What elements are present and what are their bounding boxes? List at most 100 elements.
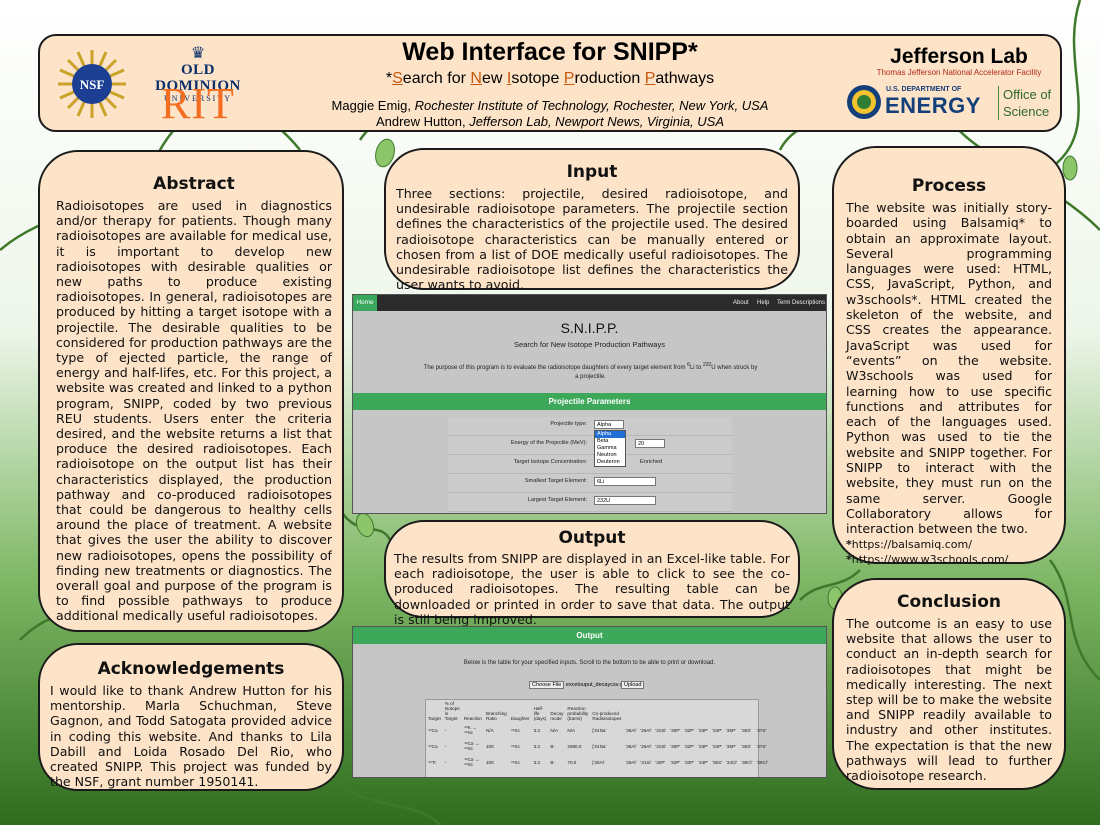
table-row[interactable]: ⁴⁶Ti - ⁴⁶Ca → ⁴⁶Sc 100 ⁴⁶Sc 3.3 B- 70.0 ['28Al' '… [426,754,770,770]
table-cell: ['28Al' [592,759,605,765]
table-cell: ⁴⁶K → ⁴⁶Sc [463,725,477,735]
largest-target-input[interactable]: 232U [594,496,656,505]
table-header-cell: Decay mode [550,711,564,721]
output-text: The results from SNIPP are displayed in … [394,551,790,627]
table-cell: ⁴⁶Ca [428,727,438,733]
input-text: Three sections: projectile, desired radi… [396,186,788,293]
acknowledgements-heading: Acknowledgements [97,659,285,679]
table-cell: '32P' [684,743,695,749]
table-cell: '28Al' [625,727,637,733]
table-cell: '38Cl' [741,759,753,765]
table-cell: '28Al' [625,743,637,749]
table-row[interactable]: ⁴⁶Ca - ⁴⁶K → ⁴⁶Sc N/A ⁴⁶Sc 3.3 N/A N/A ['24Na' '2… [426,722,770,738]
table-header-cell: Reaction probability (barns) [567,706,589,721]
table-cell: 2680.0 [567,743,582,749]
abstract-panel: Abstract Radioisotopes are used in diagn… [38,150,344,632]
table-header-cell: % of Isotope in Target [444,701,460,721]
nav-home[interactable]: Home [353,295,377,311]
doe-logo: U.S. DEPARTMENT OF ENERGY Office of Scien… [846,84,1058,124]
table-cell: ⁴⁶Ca → ⁴⁶Sc [463,741,480,751]
conclusion-panel: Conclusion The outcome is an easy to use… [832,578,1066,790]
table-header-cell: Half-life (days) [533,706,547,721]
table-cell: 100 [486,743,494,749]
table-cell: '35P' [726,727,736,733]
acknowledgements-panel: Acknowledgements I would like to thank A… [38,643,344,791]
output-section-header: Output [353,627,826,644]
table-cell: '35S' [741,743,752,749]
table-cell: '34P' [712,727,723,733]
energy-select[interactable]: 20 [635,439,665,448]
table-row[interactable]: ⁴⁶Ca - ⁴⁶Ca → ⁴⁶Sc 100 ⁴⁶Sc 3.3 B- 2680.0 ['24Na… [426,738,770,754]
nav-help[interactable]: Help [757,295,769,311]
table-cell: 3.3 [533,759,540,765]
table-cell: '29Al' [625,759,637,765]
site-title: S.N.I.P.P. [560,320,619,336]
process-panel: Process The website was initially story-… [832,146,1066,566]
doe-seal-icon [847,85,881,119]
table-cell: '30P' [670,727,681,733]
table-cell: '32P' [684,727,695,733]
file-chooser[interactable]: Choose File excelouput_decaycsv.csv [529,681,628,689]
table-cell: '34P' [712,743,723,749]
input-panel: Input Three sections: projectile, desire… [384,148,800,293]
table-cell: ['24Na' [592,727,607,733]
table-cell: N/A [486,727,494,733]
conclusion-text: The outcome is an easy to use website th… [846,616,1052,784]
projectile-type-select[interactable]: Alpha [594,420,624,429]
table-cell: ⁴⁶Ca [428,743,438,749]
table-cell: B- [550,743,555,749]
choose-file-button[interactable]: Choose File [529,681,565,689]
table-cell: '29Al' [640,727,652,733]
output-panel: Output The results from SNIPP are displa… [384,520,800,627]
projectile-type-dropdown[interactable]: Alpha Beta Gamma Neutron Deuteron [594,430,626,467]
website-input-screenshot: Home About Help Term Descriptions S.N.I.… [352,294,827,514]
table-header-cell: Branching Ratio [486,711,507,721]
table-header-cell: Target [428,716,441,721]
website-output-screenshot: Output Below is the table for your speci… [352,626,827,778]
table-cell: ['24Na' [592,743,607,749]
poster-header: NSF ♛ OLD DOMINION UNIVERSITY RIT Web In… [38,34,1062,132]
table-cell: ⁴⁶Sc [510,743,520,749]
table-cell: B- [550,759,555,765]
footnote-w3schools: *https://www.w3schools.com/ [846,552,1009,566]
site-purpose: The purpose of this program is to evalua… [423,362,758,380]
output-heading: Output [558,528,626,548]
site-navbar: Home About Help Term Descriptions [353,295,826,311]
table-cell: '37S' [756,743,767,749]
table-cell: '32P' [670,759,681,765]
input-heading: Input [566,162,618,182]
projectile-form: Projectile type: Alpha Energy of the Proj… [448,417,732,512]
acknowledgements-text: I would like to thank Andrew Hutton for … [50,683,332,790]
table-cell: ⁴⁶Sc [510,759,520,765]
table-header-cell: Daughter [510,716,530,721]
table-cell: N/A [550,727,559,733]
table-cell: '29Al' [640,743,652,749]
table-cell: ⁴⁶Sc [510,727,520,733]
table-cell: '35P' [726,743,736,749]
table-cell: - [444,743,447,749]
table-header-cell: Co-produced Radioisotopes [592,711,622,721]
conclusion-heading: Conclusion [897,592,1001,612]
table-cell: '35S' [741,727,752,733]
table-cell: '35S' [712,759,723,765]
concentration-enriched[interactable]: Enriched [640,459,662,465]
output-note: Below is the table for your specified in… [463,660,716,666]
table-cell: '37S' [756,727,767,733]
table-header-cell: Reaction [463,716,482,721]
process-text: The website was initially story-boarded … [846,200,1052,537]
upload-button[interactable]: Upload [621,681,645,689]
table-cell: '31Si' [655,743,667,749]
table-cell: 100 [486,759,494,765]
table-cell: '31Si' [640,759,652,765]
table-cell: N/A [567,727,576,733]
projectile-section-header: Projectile Parameters [353,393,826,410]
table-cell: '34P' [698,759,709,765]
table-cell: 70.0 [567,759,577,765]
table-cell: '34Cl' [726,759,738,765]
table-cell: - [444,759,447,765]
table-cell: ⁴⁶Ca → ⁴⁶Sc [463,757,480,767]
nav-term-descriptions[interactable]: Term Descriptions [777,295,825,311]
nav-about[interactable]: About [733,295,749,311]
smallest-target-input[interactable]: 6Li [594,477,656,486]
footnote-balsamiq: *https://balsamiq.com/ [846,537,972,551]
